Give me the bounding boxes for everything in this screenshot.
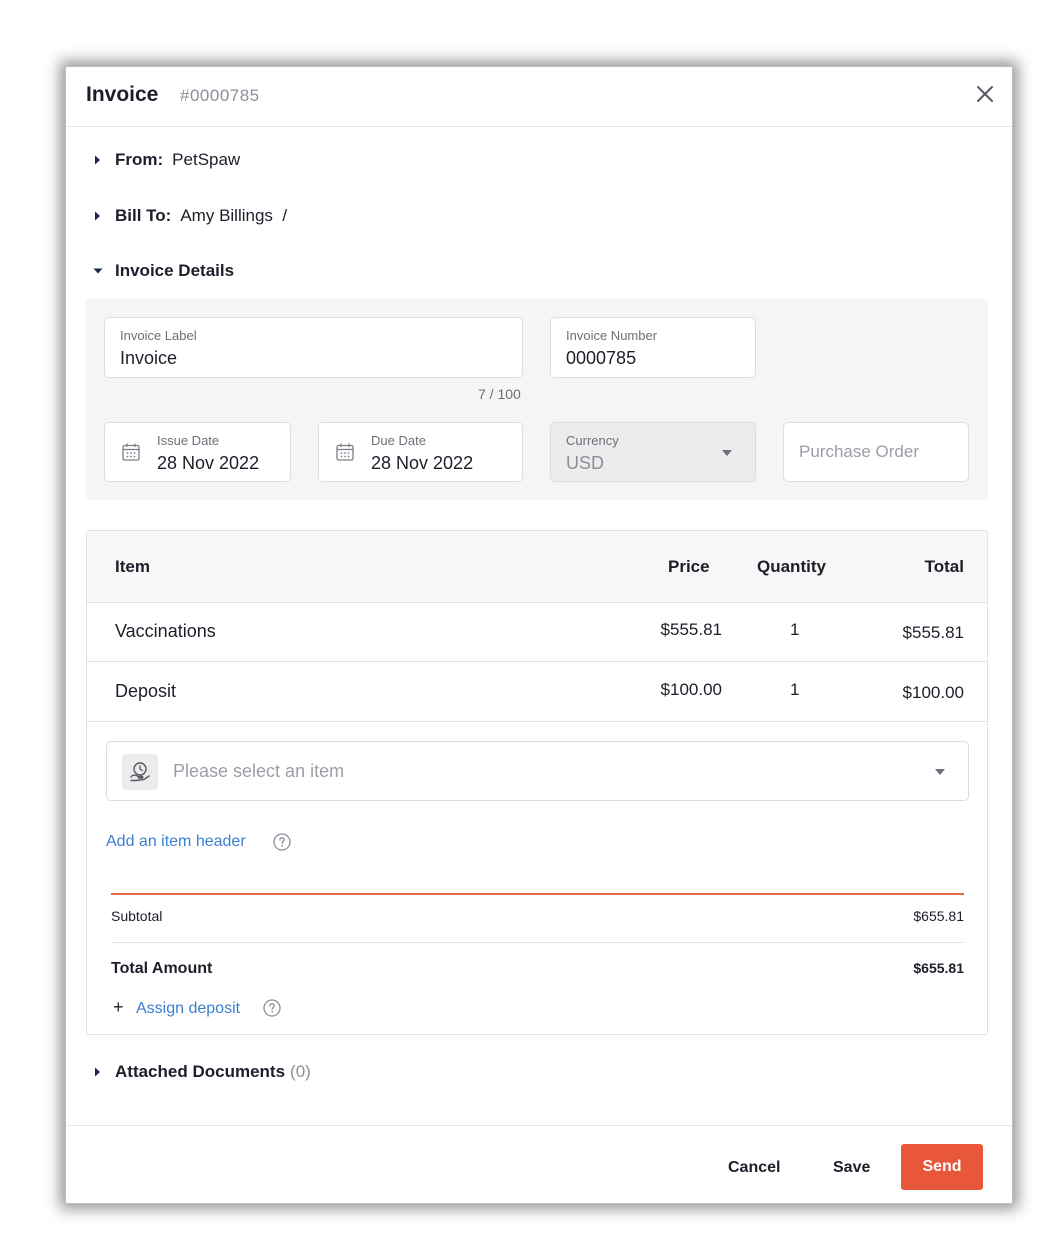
purchase-order-input[interactable]: Purchase Order xyxy=(783,422,969,482)
column-header-item: Item xyxy=(115,557,150,576)
row-item-quantity: 1 xyxy=(790,680,800,699)
column-header-total: Total xyxy=(924,557,964,576)
purchase-order-placeholder: Purchase Order xyxy=(799,442,919,461)
section-bill-to[interactable]: Bill To: Amy Billings / xyxy=(92,204,287,228)
subtotal-label: Subtotal xyxy=(111,908,163,924)
invoice-label-counter: 7 / 100 xyxy=(478,386,521,402)
row-item-price: $100.00 xyxy=(660,680,722,699)
attached-documents-count: (0) xyxy=(290,1062,311,1081)
invoice-details-panel: Invoice Label Invoice 7 / 100 Invoice Nu… xyxy=(86,299,988,500)
invoice-number-field[interactable]: Invoice Number 0000785 xyxy=(550,317,756,378)
attached-documents-label: Attached Documents xyxy=(115,1062,286,1081)
row-item-quantity: 1 xyxy=(790,620,800,639)
invoice-number-label: #0000785 xyxy=(180,86,260,105)
section-attached-documents[interactable]: Attached Documents (0) xyxy=(92,1060,311,1084)
assign-deposit-plus-icon[interactable]: + xyxy=(113,997,124,1018)
row-item-name: Vaccinations xyxy=(115,621,216,641)
assign-deposit-link[interactable]: Assign deposit xyxy=(136,1000,240,1018)
issue-date-caption: Issue Date xyxy=(157,433,220,448)
cancel-button[interactable]: Cancel xyxy=(728,1159,780,1177)
table-header: Item Price Quantity Total xyxy=(87,531,987,603)
close-button[interactable] xyxy=(972,81,998,107)
column-header-quantity: Quantity xyxy=(757,557,826,576)
currency-select[interactable]: Currency USD xyxy=(550,422,756,482)
invoice-label-field[interactable]: Invoice Label Invoice xyxy=(104,317,523,378)
help-icon[interactable] xyxy=(273,833,291,851)
caret-right-icon xyxy=(95,155,100,165)
from-label: From: xyxy=(115,150,164,169)
item-picker-icon xyxy=(122,754,158,790)
send-button[interactable]: Send xyxy=(901,1144,983,1190)
table-row[interactable]: Vaccinations $555.81 1 $555.81 xyxy=(87,603,987,662)
currency-caption: Currency xyxy=(566,433,619,448)
invoice-number-value: 0000785 xyxy=(566,348,637,368)
items-card: Item Price Quantity Total Vaccinations $… xyxy=(86,530,988,1035)
bill-to-value: Amy Billings / xyxy=(180,206,288,225)
calendar-icon xyxy=(336,443,354,461)
from-value: PetSpaw xyxy=(172,150,241,169)
section-from[interactable]: From: PetSpaw xyxy=(92,148,240,172)
invoice-label-caption: Invoice Label xyxy=(120,328,197,343)
due-date-field[interactable]: Due Date 28 Nov 2022 xyxy=(318,422,523,482)
bill-to-label: Bill To: xyxy=(115,206,172,225)
item-select-placeholder: Please select an item xyxy=(173,761,345,781)
invoice-label-value: Invoice xyxy=(120,348,178,368)
calendar-icon xyxy=(122,443,140,461)
caret-right-icon xyxy=(95,1067,100,1077)
totals-separator xyxy=(111,942,964,943)
issue-date-field[interactable]: Issue Date 28 Nov 2022 xyxy=(104,422,291,482)
due-date-value: 28 Nov 2022 xyxy=(371,453,474,473)
currency-value: USD xyxy=(566,453,605,473)
column-header-price: Price xyxy=(668,557,710,576)
chevron-down-icon xyxy=(722,450,732,456)
save-button[interactable]: Save xyxy=(833,1159,870,1177)
total-amount-label: Total Amount xyxy=(111,960,213,977)
add-item-header-link[interactable]: Add an item header xyxy=(106,833,246,851)
row-item-total: $555.81 xyxy=(902,623,964,642)
help-icon[interactable] xyxy=(263,999,281,1017)
totals-divider xyxy=(111,893,964,895)
row-item-name: Deposit xyxy=(115,681,177,701)
close-icon xyxy=(977,86,993,102)
invoice-details-label: Invoice Details xyxy=(115,261,235,280)
modal-footer: Cancel Save Send xyxy=(66,1125,1012,1203)
section-invoice-details[interactable]: Invoice Details xyxy=(92,259,234,283)
chevron-down-icon xyxy=(935,769,945,775)
row-item-price: $555.81 xyxy=(660,620,722,639)
invoice-number-caption: Invoice Number xyxy=(566,328,658,343)
caret-down-icon xyxy=(93,268,103,274)
invoice-modal: Invoice #0000785 From: PetSpaw Bill To: … xyxy=(66,67,1012,1203)
row-item-total: $100.00 xyxy=(902,683,964,702)
issue-date-value: 28 Nov 2022 xyxy=(157,453,260,473)
subtotal-value: $655.81 xyxy=(913,908,964,924)
table-row[interactable]: Deposit $100.00 1 $100.00 xyxy=(87,663,987,722)
item-select[interactable]: Please select an item xyxy=(106,741,969,801)
total-amount-value: $655.81 xyxy=(913,960,964,976)
modal-title: Invoice xyxy=(86,83,159,106)
caret-right-icon xyxy=(95,211,100,221)
due-date-caption: Due Date xyxy=(371,433,426,448)
modal-header: Invoice #0000785 xyxy=(66,67,1012,127)
